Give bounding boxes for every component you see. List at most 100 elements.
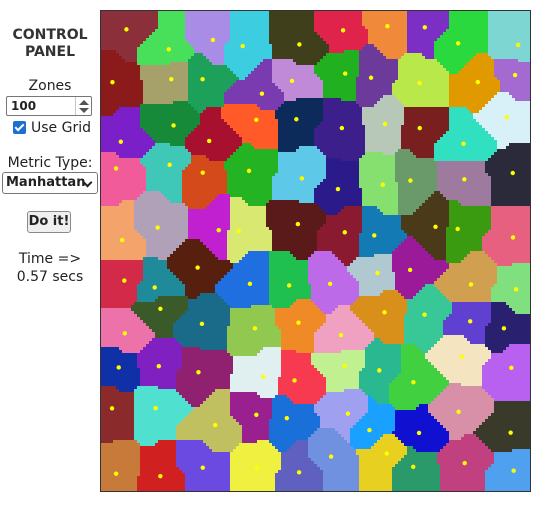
- zone-cell: [323, 224, 362, 227]
- zone-cell: [482, 374, 530, 377]
- zones-spinner[interactable]: [75, 97, 92, 115]
- zone-cell: [359, 71, 398, 74]
- zone-cell: [134, 203, 185, 206]
- zone-cell: [140, 107, 194, 110]
- zone-cell: [491, 299, 530, 302]
- zone-cell: [188, 68, 230, 71]
- zone-seed: [299, 176, 305, 181]
- zone-cell: [140, 104, 191, 107]
- zone-cell: [491, 215, 530, 218]
- zone-cell: [365, 323, 404, 326]
- zone-cell: [476, 119, 530, 122]
- zone-cell: [101, 128, 143, 131]
- zone-cell: [401, 440, 449, 443]
- zone-cell: [434, 155, 491, 158]
- zone-cell: [326, 167, 359, 170]
- zone-cell: [488, 230, 530, 233]
- zone-cell: [101, 41, 143, 44]
- zone-cell: [101, 431, 134, 434]
- zone-cell: [227, 158, 278, 161]
- zone-cell: [422, 350, 428, 353]
- zone-cell: [278, 146, 299, 149]
- zone-cell: [281, 335, 314, 338]
- zone-cell: [407, 47, 434, 50]
- zone-cell: [449, 71, 458, 74]
- zone-cell: [395, 155, 416, 158]
- zone-cell: [341, 350, 365, 353]
- zone-cell: [395, 179, 437, 182]
- zone-cell: [242, 197, 272, 200]
- zone-cell: [485, 338, 530, 341]
- zone-cell: [437, 38, 488, 41]
- zone-cell: [230, 215, 266, 218]
- zone-cell: [188, 230, 227, 233]
- zone-cell: [101, 290, 137, 293]
- zone-cell: [200, 404, 230, 407]
- zone-cell: [272, 77, 320, 80]
- zone-cell: [185, 482, 230, 485]
- zone-cell: [317, 242, 359, 245]
- zone-cell: [242, 143, 251, 146]
- zone-cell: [407, 26, 449, 29]
- zone-cell: [494, 152, 530, 155]
- use-grid-checkbox[interactable]: [13, 121, 26, 134]
- zone-cell: [464, 335, 485, 338]
- zone-cell: [497, 278, 530, 281]
- zone-cell: [140, 452, 176, 455]
- zone-cell: [146, 185, 182, 188]
- zone-cell: [230, 476, 275, 479]
- zone-cell: [404, 443, 446, 446]
- zone-cell: [401, 347, 419, 350]
- zone-seed: [240, 43, 245, 49]
- zone-cell: [401, 293, 416, 296]
- metric-type-select[interactable]: Manhattan: [2, 172, 98, 194]
- zone-cell: [344, 389, 362, 392]
- zone-cell: [227, 302, 269, 305]
- do-it-button[interactable]: Do it!: [27, 211, 71, 233]
- zone-cell: [326, 377, 359, 380]
- zone-cell: [383, 290, 398, 293]
- zone-cell: [356, 449, 407, 452]
- zone-cell: [329, 50, 344, 53]
- zone-cell: [428, 251, 446, 254]
- zone-cell: [422, 287, 437, 290]
- zone-cell: [152, 32, 185, 35]
- zone-cell: [212, 392, 230, 395]
- metric-type-label: Metric Type:: [7, 155, 93, 171]
- zone-seed: [200, 465, 205, 470]
- zone-cell: [488, 23, 530, 26]
- voronoi-canvas[interactable]: [100, 10, 531, 492]
- zone-seed: [152, 285, 157, 290]
- zone-cell: [188, 215, 230, 218]
- zone-cell: [281, 368, 317, 371]
- zone-cell: [374, 44, 407, 47]
- use-grid-label[interactable]: Use Grid: [31, 119, 91, 137]
- zone-cell: [278, 161, 326, 164]
- zone-seed: [340, 28, 346, 33]
- zone-cell: [233, 128, 278, 131]
- zone-seed: [335, 186, 341, 192]
- zone-seed: [252, 326, 258, 331]
- zone-cell: [398, 206, 419, 209]
- zone-cell: [281, 89, 323, 92]
- zone-cell: [101, 17, 158, 20]
- spin-up-icon[interactable]: [79, 100, 89, 105]
- zone-cell: [101, 371, 140, 374]
- zone-cell: [488, 44, 530, 47]
- zone-cell: [212, 200, 230, 203]
- zone-cell: [308, 266, 347, 269]
- zone-cell: [143, 128, 194, 131]
- zone-cell: [449, 200, 458, 203]
- zone-cell: [308, 257, 338, 260]
- zone-cell: [479, 122, 530, 125]
- zone-cell: [449, 113, 473, 116]
- zone-cell: [374, 335, 404, 338]
- zone-cell: [488, 158, 530, 161]
- zone-cell: [272, 398, 290, 401]
- zone-cell: [185, 35, 230, 38]
- zone-cell: [230, 20, 269, 23]
- zone-cell: [485, 164, 530, 167]
- zone-cell: [101, 422, 134, 425]
- spin-down-icon[interactable]: [79, 108, 89, 113]
- zone-cell: [359, 161, 395, 164]
